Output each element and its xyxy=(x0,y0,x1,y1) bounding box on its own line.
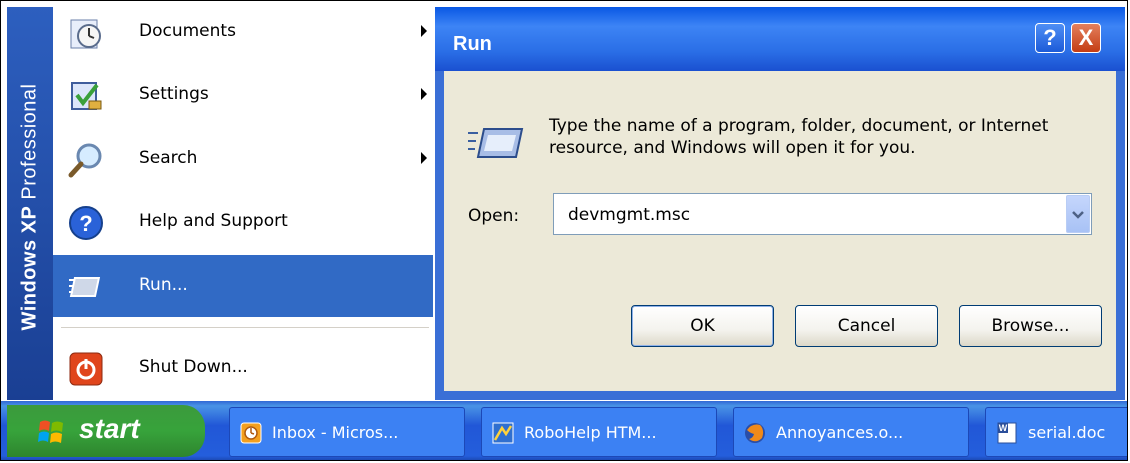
ok-button[interactable]: OK xyxy=(631,305,774,347)
open-label: Open: xyxy=(468,206,520,226)
start-menu-banner: Windows XP Professional xyxy=(7,7,53,400)
menu-item-label: Documents xyxy=(139,21,236,41)
menu-item-label: Help and Support xyxy=(139,211,288,231)
power-icon xyxy=(69,352,103,386)
run-dialog-icon xyxy=(468,128,524,158)
dialog-client-area: Type the name of a program, folder, docu… xyxy=(444,71,1116,391)
submenu-arrow-icon xyxy=(421,25,427,37)
help-button[interactable]: ? xyxy=(1035,23,1065,53)
windows-flag-icon xyxy=(38,420,63,443)
task-label: RoboHelp HTM... xyxy=(524,423,657,442)
menu-item-settings[interactable]: Settings xyxy=(53,64,433,126)
menu-item-search[interactable]: Search xyxy=(53,128,433,190)
task-robohelp[interactable]: RoboHelp HTM... xyxy=(481,407,717,457)
menu-item-documents[interactable]: Documents xyxy=(53,1,433,63)
menu-item-help[interactable]: ? Help and Support xyxy=(53,191,433,253)
documents-icon xyxy=(70,19,101,49)
menu-separator xyxy=(61,327,429,329)
menu-item-label: Run... xyxy=(139,275,188,295)
close-button[interactable]: X xyxy=(1071,23,1101,53)
svg-text:W: W xyxy=(999,423,1008,433)
dialog-description: Type the name of a program, folder, docu… xyxy=(549,116,1049,158)
dialog-title: Run xyxy=(453,33,492,55)
run-dialog: Run ? X Type the name of a program, fold… xyxy=(435,7,1125,400)
menu-item-label: Search xyxy=(139,148,198,168)
menu-item-label: Settings xyxy=(139,84,209,104)
robohelp-icon xyxy=(492,422,514,444)
help-icon: ? xyxy=(69,206,103,240)
task-inbox[interactable]: Inbox - Micros... xyxy=(229,407,465,457)
start-label: start xyxy=(79,413,140,444)
screenshot-frame: Windows XP Professional Documents Settin… xyxy=(0,0,1128,461)
svg-text:?: ? xyxy=(79,211,92,236)
task-label: Annoyances.o... xyxy=(776,423,904,442)
firefox-icon xyxy=(745,423,765,443)
banner-text: Windows XP Professional xyxy=(19,84,42,331)
task-label: serial.doc xyxy=(1028,423,1106,442)
chevron-down-icon xyxy=(1072,211,1084,219)
open-input-value[interactable]: devmgmt.msc xyxy=(568,205,690,225)
start-menu-panel: Documents Settings Search ? Help and Sup… xyxy=(53,7,433,400)
dialog-titlebar[interactable]: Run ? X xyxy=(435,7,1125,71)
menu-item-shutdown[interactable]: Shut Down... xyxy=(53,337,433,399)
outlook-icon xyxy=(240,422,262,444)
task-annoyances[interactable]: Annoyances.o... xyxy=(733,407,969,457)
open-combobox[interactable]: devmgmt.msc xyxy=(553,193,1092,235)
menu-item-label: Shut Down... xyxy=(139,357,248,377)
submenu-arrow-icon xyxy=(421,152,427,164)
task-label: Inbox - Micros... xyxy=(272,423,399,442)
taskbar: start Inbox - Micros... RoboHelp HTM... xyxy=(1,401,1127,460)
settings-icon xyxy=(71,82,102,110)
submenu-arrow-icon xyxy=(421,88,427,100)
banner-edition: Professional xyxy=(18,83,41,200)
task-serial-doc[interactable]: W serial.doc xyxy=(985,407,1127,457)
run-icon xyxy=(69,277,101,297)
banner-brand: Windows XP xyxy=(18,205,41,331)
search-icon xyxy=(68,143,102,178)
cancel-button[interactable]: Cancel xyxy=(795,305,938,347)
menu-item-run[interactable]: Run... xyxy=(53,255,433,317)
browse-button[interactable]: Browse... xyxy=(959,305,1102,347)
word-icon: W xyxy=(997,422,1017,444)
start-button[interactable]: start xyxy=(7,405,205,457)
dropdown-button[interactable] xyxy=(1066,195,1090,233)
